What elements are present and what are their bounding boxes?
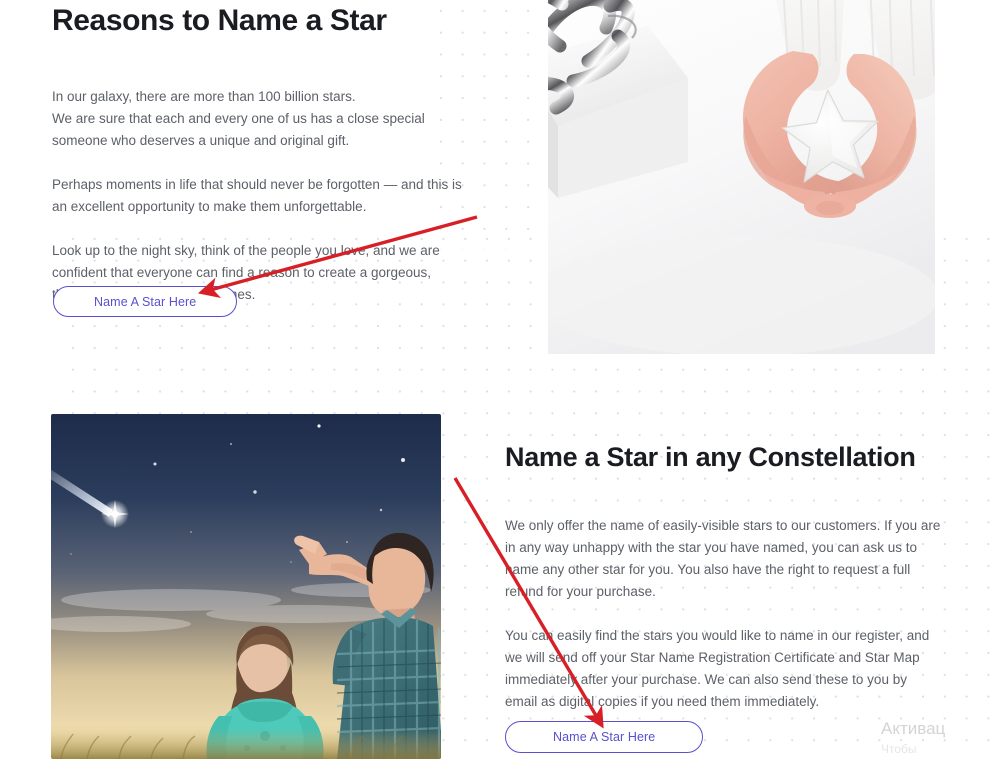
name-a-star-button-bottom[interactable]: Name A Star Here [505,721,704,753]
watermark-line-2: Чтобы [881,742,917,756]
section-title: Name a Star in any Constellation [505,442,916,472]
windows-activation-watermark: Активац Чтобы [881,717,991,757]
reasons-section: Reasons to Name a Star In our galaxy, th… [52,0,482,306]
paragraph: Perhaps moments in life that should neve… [52,177,462,214]
constellation-paragraphs: We only offer the name of easily-visible… [505,515,945,713]
page-title: Reasons to Name a Star [52,4,387,37]
stargazers-image [51,414,441,759]
paragraph: You can easily find the stars you would … [505,628,930,709]
page-root: Reasons to Name a Star In our galaxy, th… [0,0,991,759]
stargazers-illustration [51,414,441,759]
paragraph: In our galaxy, there are more than 100 b… [52,89,425,148]
paragraph: We only offer the name of easily-visible… [505,518,941,599]
hands-holding-star-image [548,0,935,354]
name-a-star-cta-1-wrapper: Name A Star Here [53,286,238,317]
name-a-star-button-top[interactable]: Name A Star Here [53,286,238,317]
reasons-paragraphs: In our galaxy, there are more than 100 b… [52,86,482,306]
constellation-section: Name a Star in any Constellation We only… [505,442,945,713]
name-a-star-cta-2-wrapper: Name A Star Here [505,721,704,753]
hands-holding-star-illustration [548,0,935,354]
watermark-line-1: Активац [881,719,946,738]
